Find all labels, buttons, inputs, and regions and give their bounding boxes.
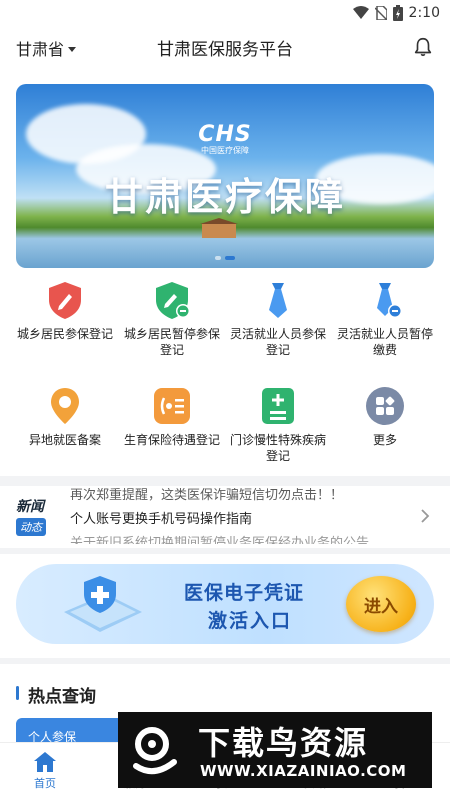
service-item[interactable]: 灵活就业人员参保登记 <box>222 280 334 358</box>
bell-icon[interactable] <box>412 36 434 58</box>
carousel-dot-active <box>225 256 235 260</box>
chs-logo: CHS 中国医疗保障 <box>198 122 252 155</box>
service-label: 生育保险待遇登记 <box>123 433 220 447</box>
tab-label: 首页 <box>34 777 56 790</box>
shield-edit-icon <box>49 282 81 319</box>
watermark: 下载鸟资源 WWW.XIAZAINIAO.COM <box>118 712 432 788</box>
location-pin-icon <box>51 388 79 424</box>
province-selector[interactable]: 甘肃省 <box>16 36 77 60</box>
house-decoration <box>200 218 238 238</box>
phone-shield-icon <box>64 576 142 632</box>
carousel-indicator <box>16 256 434 260</box>
service-label: 城乡居民暂停参保登记 <box>123 327 220 357</box>
promo-title: 医保电子凭证 <box>184 582 305 604</box>
news-badge: 新闻 动态 <box>16 499 46 536</box>
section-divider <box>0 658 450 664</box>
promo-subtitle: 激活入口 <box>208 610 293 632</box>
home-icon <box>34 752 56 772</box>
news-headline[interactable]: 关于新旧系统切换期间暂停业务医保经办业务的公告 <box>70 532 410 544</box>
enter-button[interactable]: 进入 <box>346 576 416 632</box>
service-label: 城乡居民参保登记 <box>16 327 113 341</box>
service-label: 门诊慢性特殊疾病登记 <box>229 433 326 463</box>
caret-down-icon <box>68 46 77 52</box>
service-item[interactable]: 生育保险待遇登记 <box>116 386 228 448</box>
service-label: 灵活就业人员参保登记 <box>229 327 326 357</box>
tie-pause-icon <box>377 283 402 318</box>
maternity-icon <box>154 388 190 424</box>
status-bar: 2:10 <box>0 0 450 26</box>
service-item[interactable]: 更多 <box>329 386 441 448</box>
service-label: 异地就医备案 <box>28 433 101 447</box>
watermark-url: WWW.XIAZAINIAO.COM <box>200 762 407 780</box>
service-item[interactable]: 门诊慢性特殊疾病登记 <box>222 386 334 464</box>
e-voucher-banner[interactable]: 医保电子凭证 激活入口 进入 <box>16 564 434 644</box>
more-grid-icon <box>366 387 404 425</box>
carousel-dot <box>215 256 221 260</box>
status-time: 2:10 <box>408 5 440 21</box>
calculator-icon <box>262 388 294 424</box>
tab-home[interactable]: 首页 <box>0 751 90 791</box>
service-label: 更多 <box>372 433 397 447</box>
service-label: 灵活就业人员暂停缴费 <box>336 327 433 357</box>
bird-logo-icon <box>133 727 177 775</box>
battery-icon <box>392 5 403 21</box>
service-item[interactable]: 异地就医备案 <box>9 386 121 448</box>
watermark-text: 下载鸟资源 <box>198 724 369 762</box>
service-item[interactable]: 灵活就业人员暂停缴费 <box>329 280 441 358</box>
section-title: 热点查询 <box>28 687 96 707</box>
section-accent-bar <box>16 686 19 700</box>
news-ticker[interactable]: 新闻 动态 再次郑重提醒，这类医保诈骗短信切勿点击！！ 个人账号更换手机号码操作… <box>0 488 450 544</box>
news-headline[interactable]: 个人账号更换手机号码操作指南 <box>70 508 410 527</box>
news-headline[interactable]: 再次郑重提醒，这类医保诈骗短信切勿点击！！ <box>70 488 410 503</box>
shield-pause-icon <box>156 282 190 319</box>
tie-icon <box>269 283 287 318</box>
section-divider <box>0 476 450 486</box>
service-item[interactable]: 城乡居民暂停参保登记 <box>116 280 228 358</box>
service-item[interactable]: 城乡居民参保登记 <box>9 280 121 342</box>
banner-carousel[interactable]: CHS 中国医疗保障 甘肃医疗保障 <box>16 84 434 268</box>
province-label: 甘肃省 <box>16 40 65 59</box>
banner-headline: 甘肃医疗保障 <box>104 175 345 219</box>
no-sim-icon <box>374 6 387 20</box>
chevron-right-icon[interactable] <box>420 508 430 524</box>
wifi-icon <box>352 6 369 19</box>
app-header: 甘肃省 甘肃医保服务平台 <box>0 26 450 70</box>
section-divider <box>0 548 450 554</box>
